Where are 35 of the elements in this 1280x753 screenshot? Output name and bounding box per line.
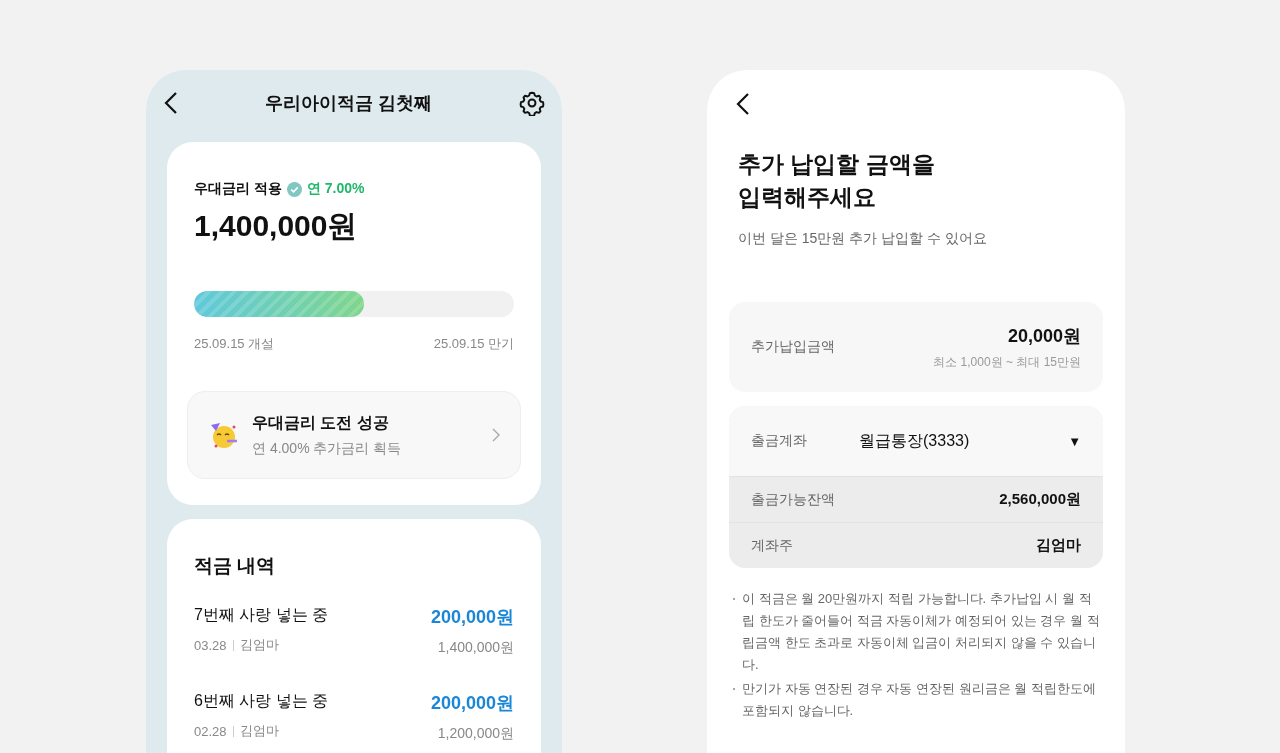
challenge-title: 우대금리 도전 성공 — [252, 412, 390, 433]
page-subtitle: 이번 달은 15만원 추가 납입할 수 있어요 — [738, 230, 988, 248]
running-total: 1,400,000원 — [437, 639, 514, 657]
chevron-right-icon — [492, 428, 500, 442]
deposit-date: 02.28 — [194, 723, 227, 739]
screen-title: 우리아이적금 김첫째 — [265, 92, 433, 115]
detail-value: 김엄마 — [1036, 536, 1081, 555]
challenge-subtitle: 연 4.00% 추가금리 획득 — [252, 439, 403, 458]
depositor-name: 김엄마 — [239, 636, 279, 654]
account-dropdown[interactable]: 출금계좌 월급통장(3333) ▼ — [729, 406, 1103, 476]
balance-amount: 1,400,000원 — [194, 208, 359, 244]
challenge-card[interactable]: 우대금리 도전 성공 연 4.00% 추가금리 획득 — [187, 391, 521, 479]
deposit-date: 03.28 — [194, 637, 227, 653]
running-total: 1,200,000원 — [437, 725, 514, 743]
notice-text: 만기가 자동 연장된 경우 자동 연장된 원리금은 월 적립한도에 포함되지 않습니다. — [742, 680, 1097, 720]
detail-label: 계좌주 — [751, 536, 793, 555]
depositor-name: 김엄마 — [239, 722, 279, 740]
rate-label: 우대금리 적용 — [194, 180, 282, 198]
deposit-name: 6번째 사랑 넣는 중 — [194, 691, 329, 711]
back-icon[interactable] — [735, 92, 751, 116]
check-icon — [286, 181, 302, 197]
deposit-amount: 200,000원 — [430, 606, 514, 629]
start-date: 25.09.15 개설 — [194, 335, 275, 353]
detail-label: 출금가능잔액 — [751, 490, 835, 509]
end-date: 25.09.15 만기 — [433, 335, 514, 353]
history-title: 적금 내역 — [194, 554, 277, 578]
notice-text: 이 적금은 월 20만원까지 적립 가능합니다. 추가납입 시 월 적립 한도가 줄어들어 적금 자동이체가 예정되어 있는 경우 월 적립금액 한도 초과로 자동이체 입금이 처리되지 않을 수 있습니다. — [742, 590, 1101, 674]
back-icon[interactable] — [163, 91, 179, 115]
detail-value: 2,560,000원 — [999, 490, 1081, 509]
interest-rate: 연 7.00% — [306, 180, 365, 198]
deposit-amount: 200,000원 — [430, 692, 514, 715]
amount-field[interactable]: 추가납입금액 20,000원 최소 1,000원 ~ 최대 15만원 — [729, 302, 1103, 392]
settings-icon[interactable] — [519, 90, 545, 116]
deposit-name: 7번째 사랑 넣는 중 — [194, 605, 329, 625]
page-heading: 추가 납입할 금액을 입력해주세요 — [738, 150, 936, 212]
